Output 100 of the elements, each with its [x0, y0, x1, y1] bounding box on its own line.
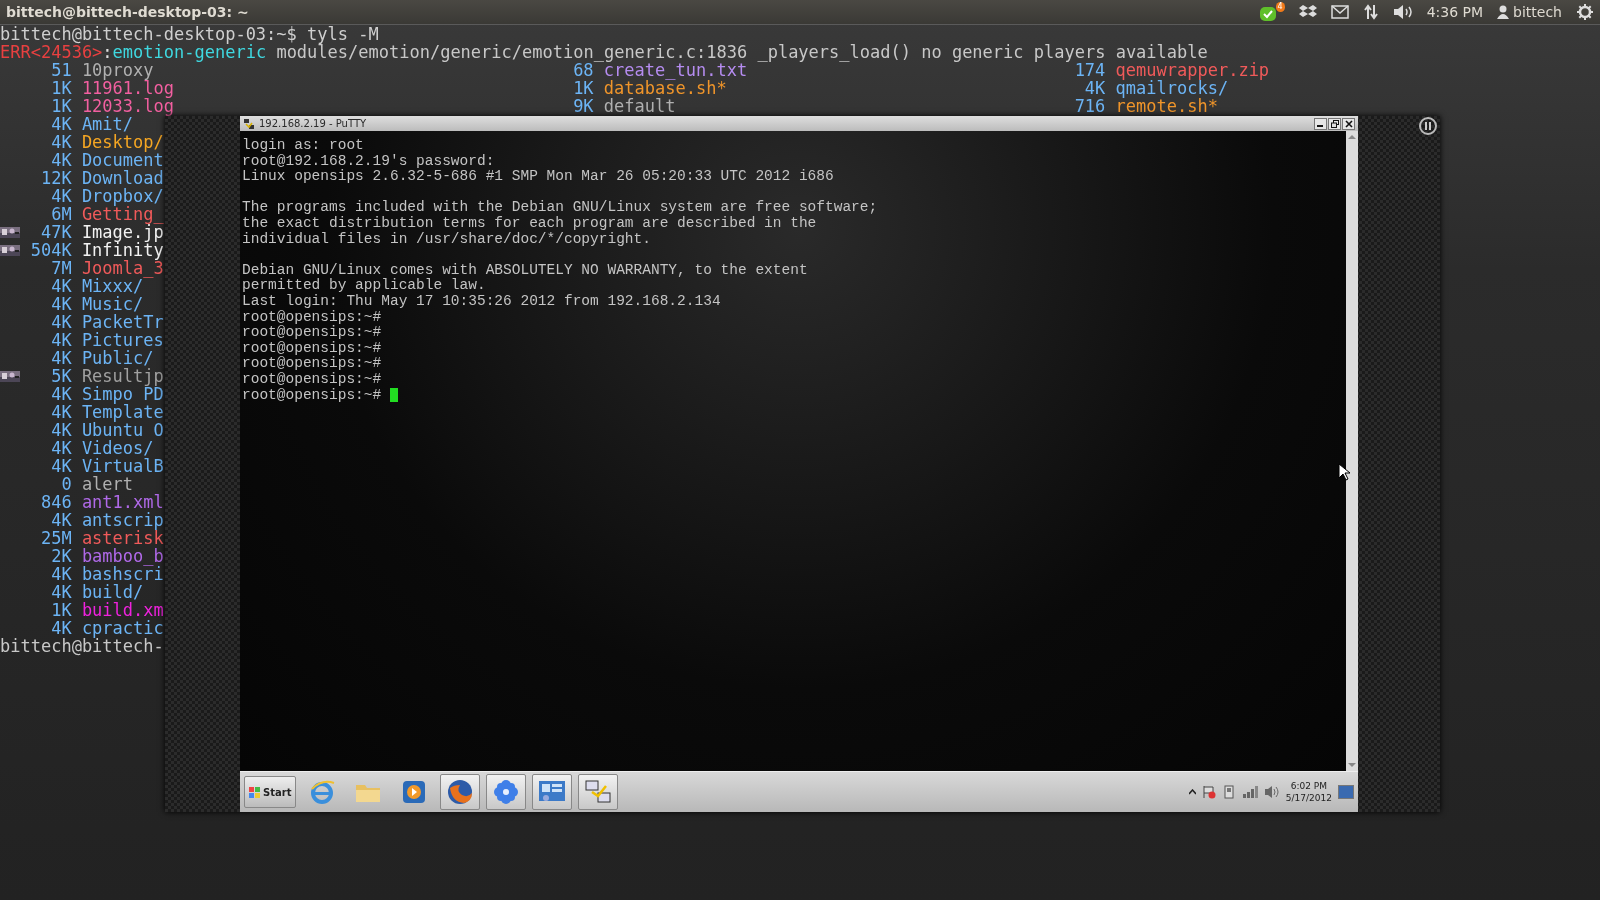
file-size: 51 — [50, 61, 72, 79]
file-size: 68 — [573, 61, 594, 79]
file-name: bamboo_b — [81, 547, 164, 565]
file-name: Image.jp — [81, 223, 164, 241]
pause-icon — [1424, 122, 1432, 130]
terminal-line: root@opensips:~# — [242, 325, 382, 341]
file-size: 4K — [50, 115, 72, 133]
file-name: ant1.xml — [81, 493, 164, 511]
flower-icon — [493, 779, 520, 805]
file-name: cpractic — [81, 619, 164, 637]
terminal-line: root@opensips:~# — [242, 309, 382, 325]
file-name: Amit/ — [81, 115, 134, 133]
restore-icon — [1330, 119, 1339, 128]
flag-icon[interactable] — [1201, 785, 1216, 799]
terminal-line: root@192.168.2.19's password: — [242, 153, 495, 169]
file-name: qemuwrapper.zip — [1115, 61, 1270, 79]
taskbar-button[interactable] — [578, 774, 619, 810]
minimize-button[interactable] — [1314, 117, 1327, 130]
four-squares-icon — [249, 786, 261, 798]
file-size: 846 — [39, 493, 72, 511]
file-name: Getting_ — [81, 205, 164, 223]
file-size: 47K — [39, 223, 72, 241]
file-size: 4K — [50, 511, 72, 529]
browser-icon — [309, 779, 336, 805]
file-name: Videos/ — [81, 439, 154, 457]
scroll-down-icon[interactable] — [1348, 762, 1356, 768]
error-tag: ERR<24536> — [0, 42, 103, 62]
file-name: 12033.log — [81, 97, 174, 115]
file-size: 4K — [50, 331, 72, 349]
prompt-line: bittech@bittech- — [0, 637, 165, 655]
file-name: Ubuntu O — [81, 421, 164, 439]
start-button[interactable]: Start — [244, 776, 297, 808]
file-name: Dropbox/ — [81, 187, 164, 205]
clock-date[interactable]: 5/17/2012 — [1285, 792, 1332, 804]
file-name: default — [603, 97, 676, 115]
file-size: 1K — [50, 97, 72, 115]
network-arrows-icon[interactable] — [1362, 4, 1379, 20]
file-name: PacketTr — [81, 313, 164, 331]
file-name: 10proxy — [81, 61, 154, 79]
terminal-line: root@opensips:~# — [242, 387, 382, 404]
mail-icon[interactable] — [1330, 5, 1349, 19]
close-button[interactable] — [1342, 117, 1355, 130]
volume-icon[interactable] — [1263, 785, 1280, 799]
file-size: 4K — [50, 385, 72, 403]
volume-icon[interactable] — [1392, 4, 1413, 20]
taskbar-button[interactable] — [440, 774, 481, 810]
file-name: 11961.log — [81, 79, 174, 97]
file-size: 2K — [50, 547, 72, 565]
file-name: Simpo PD — [81, 385, 164, 403]
user-name[interactable]: bittech — [1513, 4, 1562, 20]
terminal-line: Last login: Thu May 17 10:35:26 2012 from 192.168.2.134 — [242, 293, 721, 310]
file-size: 1K — [572, 79, 594, 97]
terminal-line: Linux opensips 2.6.32-5-686 #1 SMP Mon Mar 26 05:20:33 UTC 2012 i686 — [242, 169, 834, 185]
terminal-line: permitted by applicable law. — [242, 278, 486, 294]
clock[interactable]: 4:36 PM — [1426, 4, 1484, 20]
device-icon[interactable] — [1221, 785, 1236, 799]
taskbar-button[interactable] — [532, 774, 573, 810]
dropbox-icon[interactable] — [1298, 4, 1317, 20]
caret-icon[interactable] — [1188, 789, 1196, 795]
file-name: database.sh* — [603, 79, 727, 97]
file-size: 4K — [50, 619, 72, 637]
scrollbar[interactable] — [1346, 131, 1358, 771]
user-icon — [1497, 5, 1510, 19]
file-size: 7M — [50, 259, 72, 277]
file-size: 4K — [50, 187, 72, 205]
file-size: 716 — [1073, 97, 1106, 115]
file-name: create_tun.txt — [603, 61, 748, 79]
file-name: Music/ — [81, 295, 144, 313]
scroll-up-icon[interactable] — [1348, 134, 1356, 140]
computers-icon — [584, 778, 613, 806]
file-name: antscrip — [81, 511, 164, 529]
file-size: 5K — [50, 367, 72, 385]
restore-button[interactable] — [1328, 117, 1341, 130]
file-name: Download — [81, 169, 164, 187]
terminal-line: root@opensips:~# — [242, 356, 382, 372]
terminal-line: root@opensips:~# — [242, 371, 382, 388]
file-size: 0 — [60, 475, 72, 493]
clock-time[interactable]: 6:02 PM — [1290, 780, 1328, 792]
file-size: 12K — [39, 169, 72, 187]
file-name: build/ — [81, 583, 144, 601]
file-size: 1K — [50, 601, 72, 619]
file-size: 4K — [1083, 79, 1106, 97]
terminal-line: individual files in /usr/share/doc/*/copyright. — [242, 231, 651, 248]
file-size: 25M — [39, 529, 72, 547]
terminal-line: root@opensips:~# — [242, 340, 382, 356]
chat-badge: 4 — [1275, 1, 1285, 12]
file-size: 4K — [50, 403, 72, 421]
file-size: 6M — [50, 205, 72, 223]
file-size: 4K — [50, 133, 72, 151]
file-name: build.xm — [81, 601, 164, 619]
mouse-pointer-icon — [1338, 463, 1350, 481]
signal-icon[interactable] — [1241, 786, 1258, 798]
file-size: 174 — [1074, 61, 1106, 79]
file-name: Pictures — [81, 331, 164, 349]
file-size: 4K — [50, 565, 72, 583]
media-player-icon — [402, 780, 427, 804]
pause-button[interactable] — [1419, 117, 1437, 135]
file-name: Mixxx/ — [81, 277, 144, 295]
taskbar-button[interactable] — [486, 774, 527, 810]
file-size: 9K — [572, 97, 594, 115]
